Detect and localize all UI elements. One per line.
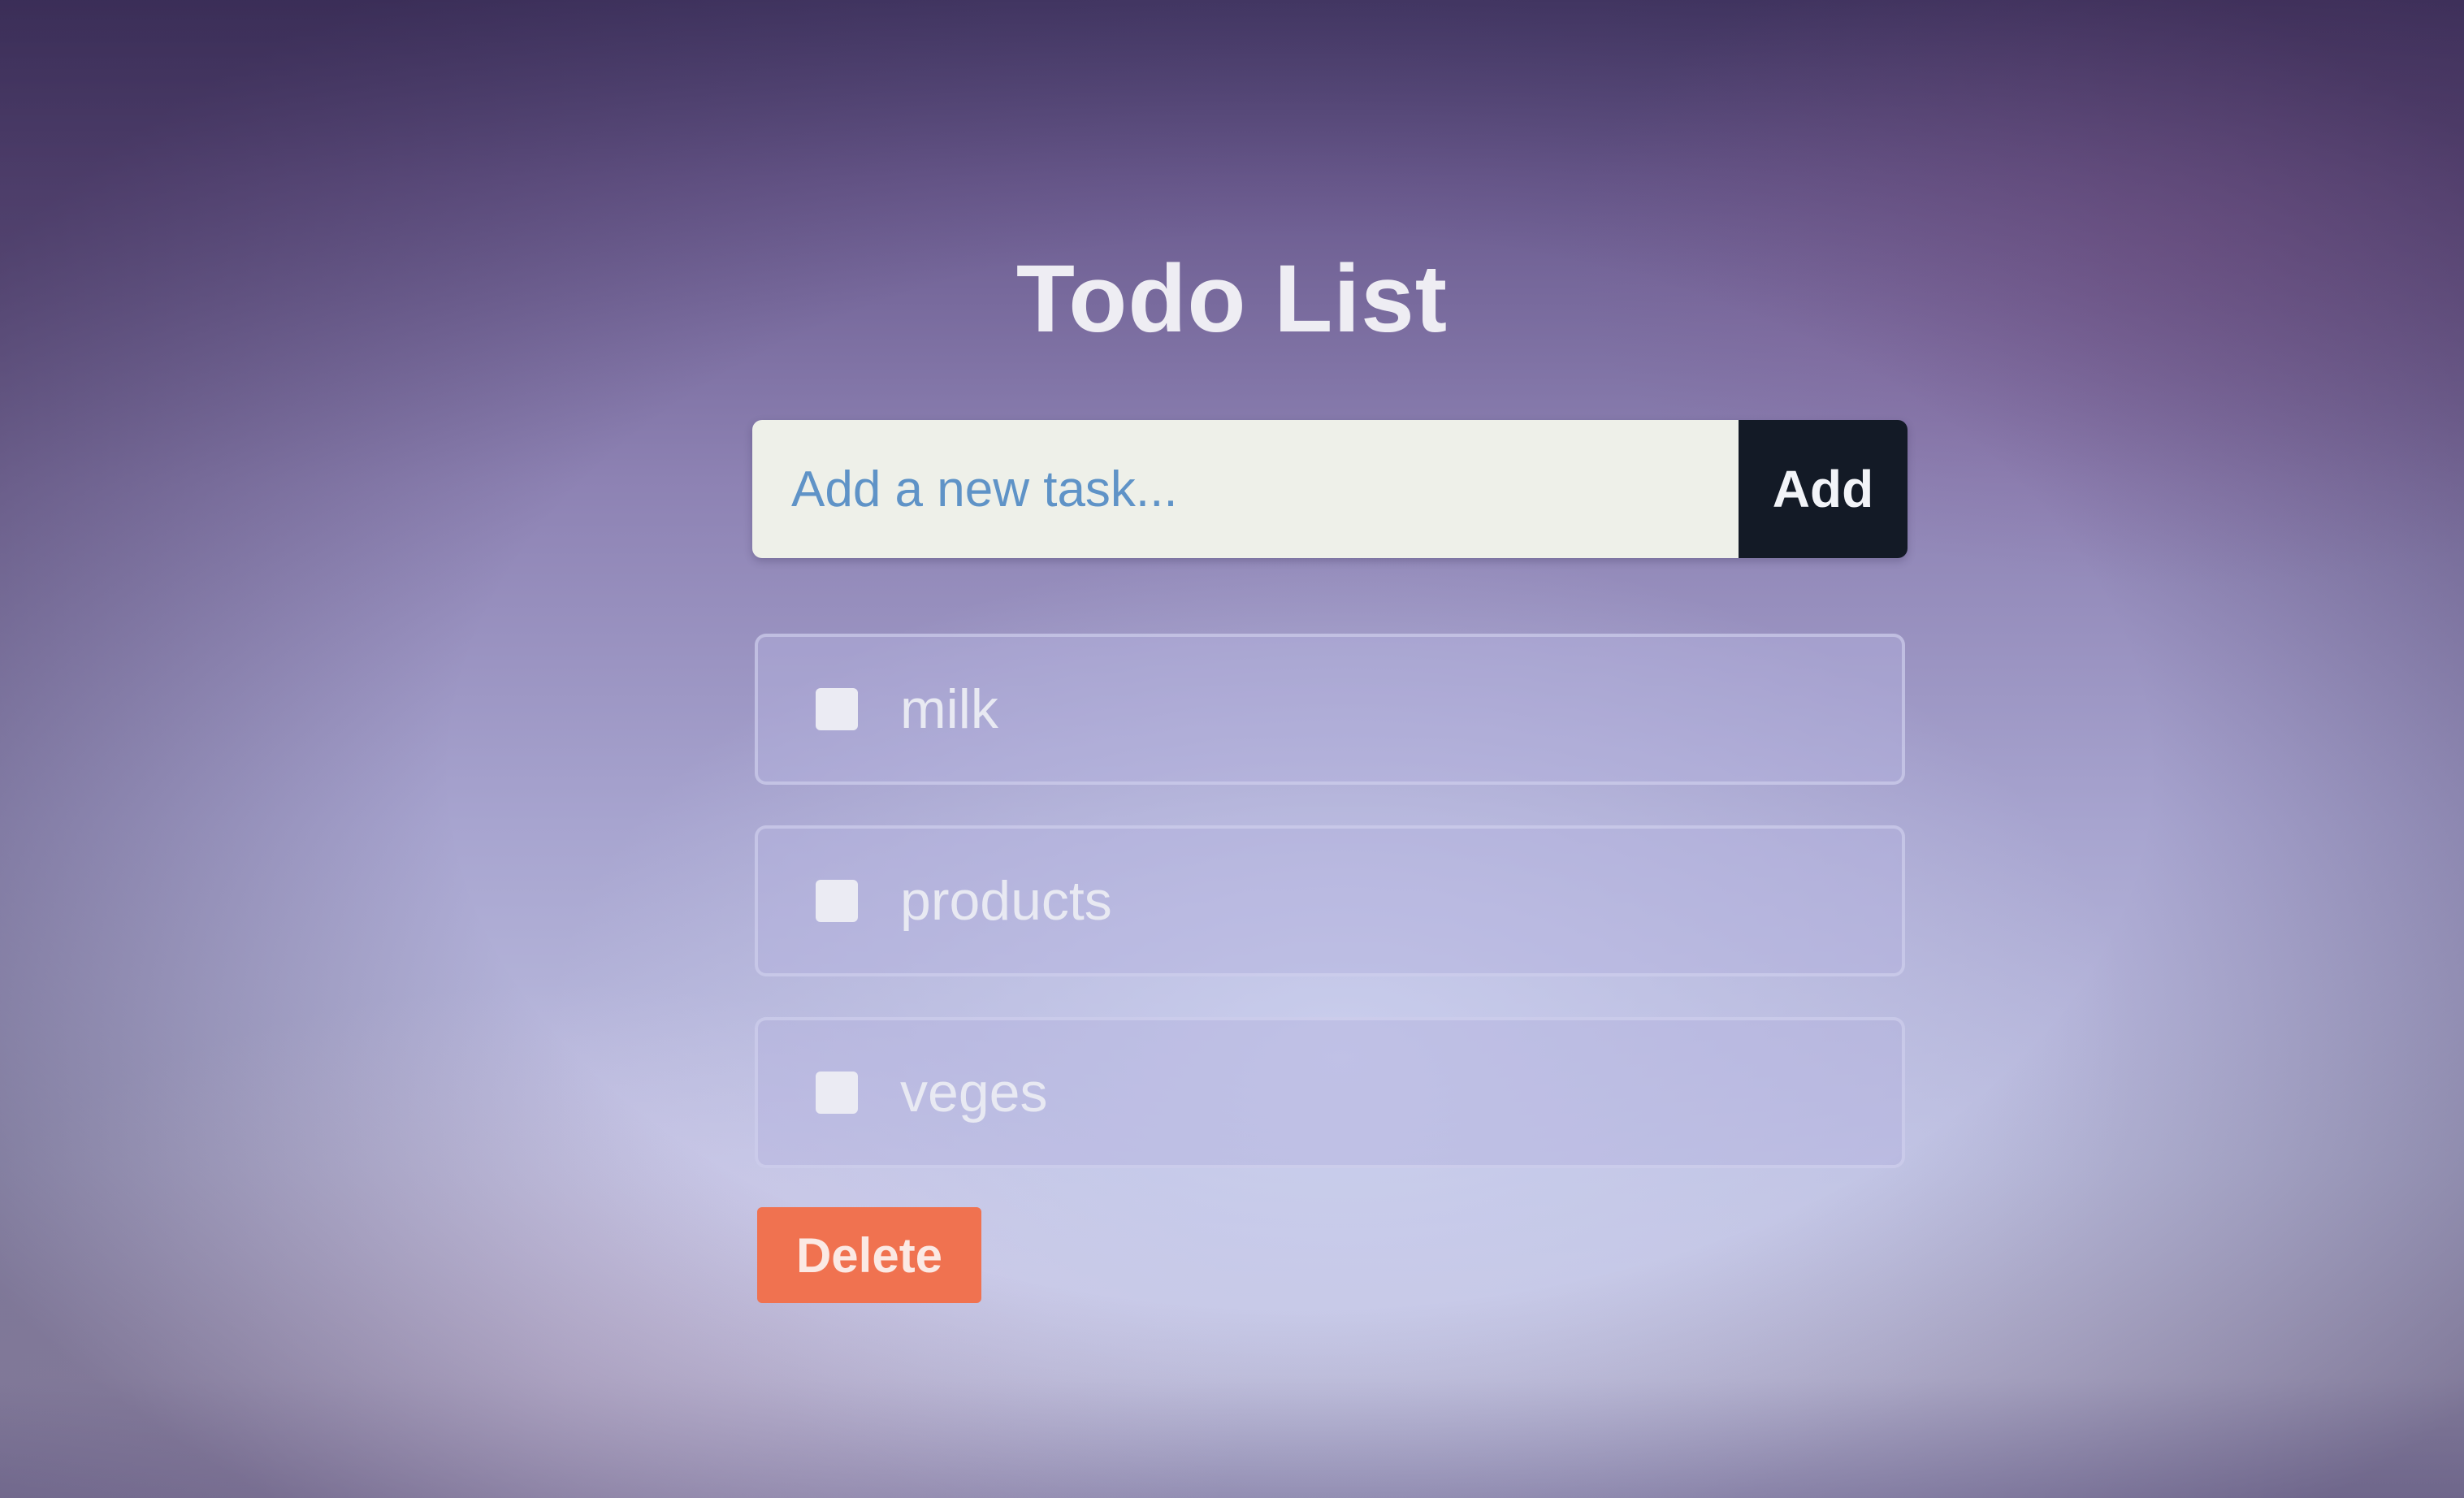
- task-item-products[interactable]: products: [755, 825, 1905, 976]
- checkbox-icon[interactable]: [816, 880, 858, 922]
- task-item-veges[interactable]: veges: [755, 1017, 1905, 1168]
- page-title: Todo List: [1015, 245, 1449, 353]
- task-label: milk: [900, 678, 998, 740]
- delete-button[interactable]: Delete: [757, 1207, 981, 1303]
- task-list: milk products veges: [755, 634, 1905, 1209]
- add-task-form: Add: [752, 420, 1908, 558]
- new-task-input[interactable]: [752, 420, 1739, 558]
- task-label: veges: [900, 1062, 1048, 1124]
- checkbox-icon[interactable]: [816, 688, 858, 730]
- task-label: products: [900, 870, 1112, 932]
- checkbox-icon[interactable]: [816, 1072, 858, 1114]
- task-item-milk[interactable]: milk: [755, 634, 1905, 785]
- add-button[interactable]: Add: [1739, 420, 1908, 558]
